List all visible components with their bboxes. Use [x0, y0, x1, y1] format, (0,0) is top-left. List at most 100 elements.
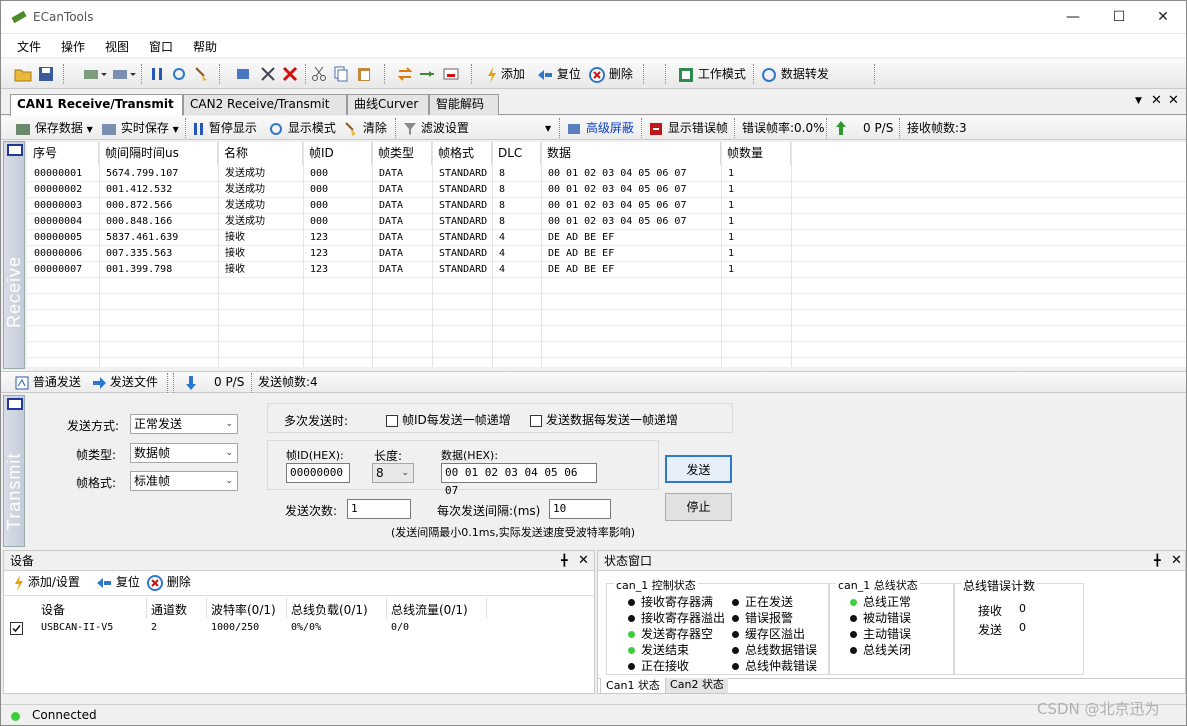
tab-smart-decode[interactable]: 智能解码 [429, 94, 499, 115]
error-count-title: 总线错误计数 [961, 577, 1038, 594]
frame-format-select[interactable]: 标准帧 ⌄ [130, 471, 238, 491]
device-col-traffic[interactable]: 总线流量(0/1) [391, 601, 468, 618]
column-header-dlc[interactable]: DLC [492, 142, 541, 165]
menu-view[interactable]: 视图 [105, 38, 129, 55]
device-col-baudrate[interactable]: 波特率(0/1) [211, 601, 276, 618]
data-increment-checkbox[interactable]: 发送数据每发送一帧递增 [530, 411, 678, 428]
close-button[interactable]: ✕ [1140, 1, 1186, 33]
error-frame-icon [650, 122, 662, 135]
menu-file[interactable]: 文件 [17, 38, 41, 55]
column-header-format[interactable]: 帧格式 [432, 142, 492, 165]
work-mode-button[interactable]: 工作模式 [678, 65, 746, 83]
pause-display-button[interactable]: 暂停显示 [193, 119, 257, 137]
delete-button[interactable]: 删除 [589, 65, 633, 83]
pin-icon[interactable]: ╋ [1154, 551, 1161, 571]
normal-send-button[interactable]: 普通发送 [15, 373, 81, 391]
paste-icon[interactable] [356, 65, 372, 83]
bus-status-title: can_1 总线状态 [836, 577, 920, 593]
link-icon[interactable] [419, 65, 435, 83]
realtime-save-button[interactable]: 实时保存 ▼ [101, 119, 179, 139]
open-folder-icon[interactable] [14, 65, 32, 83]
length-label: 长度: [374, 449, 403, 463]
data-forward-button[interactable]: 数据转发 [761, 65, 829, 83]
id-increment-checkbox[interactable]: 帧ID每发送一帧递增 [386, 411, 511, 428]
device-col-channels[interactable]: 通道数 [151, 601, 187, 618]
swap-icon[interactable] [397, 65, 413, 83]
tab-can2[interactable]: CAN2 Receive/Transmit [183, 94, 347, 115]
send-mode-select[interactable]: 正常发送 ⌄ [130, 414, 238, 434]
data-hex-input[interactable]: 00 01 02 03 04 05 06 07 [441, 463, 597, 497]
broom-icon[interactable] [193, 65, 209, 83]
length-select[interactable]: 8 ⌄ [372, 463, 414, 483]
pin-icon[interactable]: ╋ [561, 551, 568, 571]
tab-curve[interactable]: 曲线Curver [347, 94, 429, 115]
frame-id-input[interactable]: 00000000 [286, 463, 350, 483]
delete-x-icon[interactable] [281, 65, 299, 83]
send-count-input[interactable]: 1 [347, 499, 411, 519]
device-delete-button[interactable]: 删除 [147, 573, 191, 591]
device-enabled-checkbox[interactable] [10, 622, 23, 638]
tab-close-icon[interactable]: ✕ [1151, 93, 1162, 108]
cut-icon[interactable] [311, 65, 327, 83]
length-value: 8 [376, 466, 384, 480]
refresh-icon[interactable] [171, 65, 187, 83]
table-row[interactable]: 00000002 001.412.532 发送成功 000 DATA STANDARD 8 0… [27, 182, 1186, 198]
device-reset-button[interactable]: 复位 [96, 573, 140, 591]
close-icon[interactable]: ✕ [578, 551, 589, 571]
device-add-button[interactable]: 添加/设置 [14, 573, 80, 591]
table-row[interactable]: 00000001 5674.799.107 发送成功 000 DATA STANDARD 8… [27, 166, 1186, 182]
menu-window[interactable]: 窗口 [149, 38, 173, 55]
maximize-button[interactable]: ☐ [1096, 1, 1142, 33]
column-header-seq[interactable]: 序号 [27, 142, 99, 165]
device-name[interactable]: USBCAN-II-V5 [41, 622, 113, 633]
panel-close-icon[interactable]: ✕ [1168, 93, 1179, 108]
tab-can1-status[interactable]: Can1 状态 [600, 678, 666, 694]
send-button[interactable]: 发送 [665, 455, 732, 483]
pause-icon[interactable] [149, 65, 165, 83]
show-errors-button[interactable]: 显示错误帧 [648, 119, 728, 137]
table-row[interactable]: 00000004 000.848.166 发送成功 000 DATA STANDARD 8 0… [27, 214, 1186, 230]
close-icon[interactable]: ✕ [1171, 551, 1182, 571]
table-row[interactable]: 00000006 007.335.563 接收 123 DATA STANDARD 4 DE … [27, 246, 1186, 262]
tab-can1[interactable]: CAN1 Receive/Transmit [10, 94, 183, 116]
filter-settings-button[interactable]: 滤波设置 [403, 119, 469, 137]
send-interval-input[interactable]: 10 [549, 499, 611, 519]
column-header-type[interactable]: 帧类型 [372, 142, 432, 165]
device-close-icon[interactable] [112, 65, 136, 83]
send-file-button[interactable]: 发送文件 [92, 373, 158, 391]
device-col-busload[interactable]: 总线负载(0/1) [291, 601, 368, 618]
column-header-interval[interactable]: 帧间隔时间us [99, 142, 218, 165]
table-row[interactable]: 00000003 000.872.566 发送成功 000 DATA STANDARD 8 0… [27, 198, 1186, 214]
column-divider [303, 142, 304, 367]
reset-icon [538, 69, 552, 80]
column-header-count[interactable]: 帧数量 [721, 142, 791, 165]
filter-dropdown-icon[interactable]: ▼ [545, 124, 551, 133]
add-button[interactable]: 添加 [487, 65, 525, 83]
copy-icon[interactable] [333, 65, 349, 83]
column-header-data[interactable]: 数据 [541, 142, 721, 165]
column-header-id[interactable]: 帧ID [303, 142, 372, 165]
frame-type-select[interactable]: 数据帧 ⌄ [130, 443, 238, 463]
stop-button[interactable]: 停止 [665, 493, 732, 521]
menu-help[interactable]: 帮助 [193, 38, 217, 55]
device-col-device[interactable]: 设备 [41, 601, 65, 618]
frame-id-label: 帧ID(HEX): [286, 449, 344, 462]
advanced-mask-button[interactable]: 高级屏蔽 [566, 119, 634, 137]
reset-button[interactable]: 复位 [537, 65, 581, 83]
clear-button[interactable]: 清除 [343, 119, 387, 137]
tools-icon[interactable] [259, 65, 277, 83]
status-item: 正在发送 [732, 594, 817, 610]
tab-can2-status[interactable]: Can2 状态 [666, 678, 728, 693]
display-mode-button[interactable]: 显示模式 [268, 119, 336, 137]
menu-operate[interactable]: 操作 [61, 38, 85, 55]
edit-icon[interactable] [235, 65, 253, 83]
minimize-button[interactable]: — [1050, 1, 1096, 33]
table-row[interactable]: 00000005 5837.461.639 接收 123 DATA STANDARD 4 DE… [27, 230, 1186, 246]
save-icon[interactable] [37, 65, 55, 83]
device-open-icon[interactable] [83, 65, 107, 83]
tab-dropdown-icon[interactable]: ▼ [1135, 96, 1142, 106]
table-row[interactable]: 00000007 001.399.798 接收 123 DATA STANDARD 4 DE … [27, 262, 1186, 278]
save-data-button[interactable]: 保存数据 ▼ [15, 119, 93, 139]
column-header-name[interactable]: 名称 [218, 142, 303, 165]
stop-device-icon[interactable] [442, 65, 460, 83]
